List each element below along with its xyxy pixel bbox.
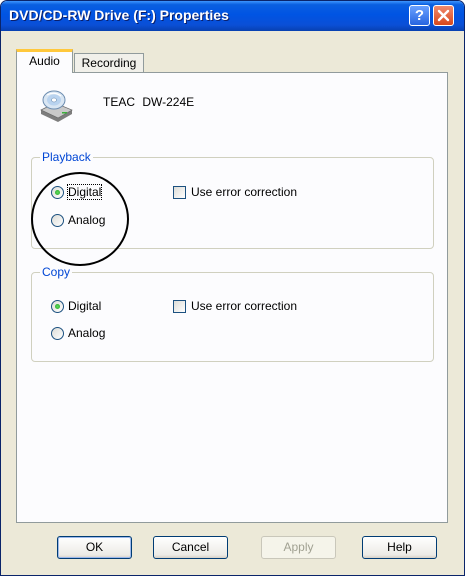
playback-error-correction-label: Use error correction	[191, 185, 298, 199]
cancel-button[interactable]: Cancel	[153, 536, 228, 559]
copy-group: Copy	[31, 265, 434, 362]
title-bar[interactable]: DVD/CD-RW Drive (F:) Properties ?	[1, 1, 464, 31]
apply-button[interactable]: Apply	[261, 536, 336, 559]
window-title: DVD/CD-RW Drive (F:) Properties	[9, 7, 229, 23]
radio-unselected-icon	[51, 326, 64, 340]
radio-selected-icon	[51, 299, 64, 313]
help-icon: ?	[414, 7, 425, 24]
ok-button[interactable]: OK	[57, 536, 132, 559]
device-name: TEAC DW-224E	[103, 95, 195, 109]
close-icon	[437, 9, 450, 22]
copy-group-label: Copy	[40, 265, 73, 279]
copy-error-correction-checkbox[interactable]: Use error correction	[173, 299, 297, 313]
close-button[interactable]	[433, 5, 454, 26]
tab-recording[interactable]: Recording	[74, 53, 144, 73]
copy-digital-radio[interactable]: Digital	[51, 299, 101, 313]
copy-digital-label: Digital	[68, 299, 102, 313]
copy-error-correction-label: Use error correction	[191, 299, 298, 313]
playback-error-correction-checkbox[interactable]: Use error correction	[173, 185, 297, 199]
help-button[interactable]: Help	[362, 536, 437, 559]
copy-analog-radio[interactable]: Analog	[51, 326, 105, 340]
checkbox-unchecked-icon	[173, 299, 186, 313]
help-titlebar-button[interactable]: ?	[409, 5, 430, 26]
highlight-circle	[31, 172, 129, 266]
playback-group-label: Playback	[40, 150, 93, 164]
copy-analog-label: Analog	[68, 326, 106, 340]
cd-drive-icon	[40, 90, 73, 122]
checkbox-unchecked-icon	[173, 185, 186, 199]
tab-audio[interactable]: Audio	[16, 49, 73, 73]
